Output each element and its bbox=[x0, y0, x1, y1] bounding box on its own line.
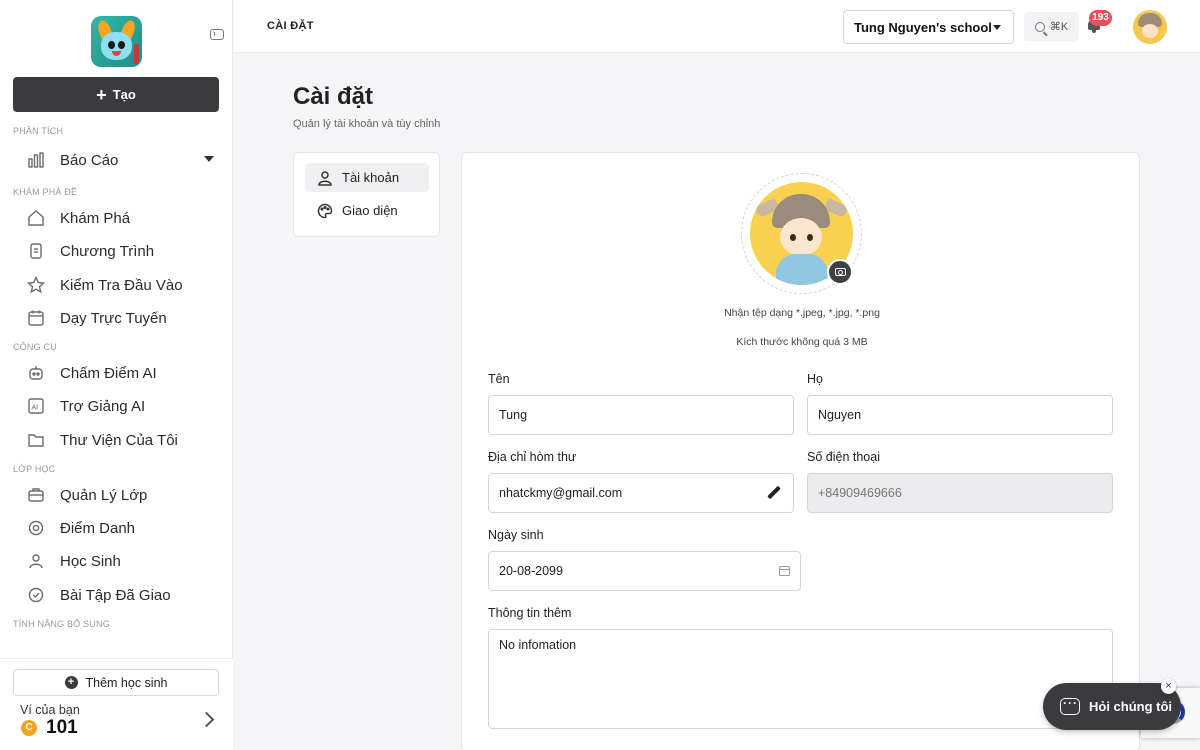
sidebar-item-reports[interactable]: Báo Cáo bbox=[26, 147, 226, 173]
section-label-explore: KHÁM PHÁ ĐỀ bbox=[13, 187, 78, 197]
users-icon bbox=[26, 551, 46, 571]
plus-icon: + bbox=[96, 84, 107, 105]
sidebar-item-label: Trợ Giảng AI bbox=[60, 397, 146, 415]
bar-chart-icon bbox=[26, 150, 46, 170]
sidebar-item-ai-assistant[interactable]: AI Trợ Giảng AI bbox=[26, 393, 226, 419]
home-icon bbox=[26, 208, 46, 228]
sidebar-item-label: Chấm Điểm AI bbox=[60, 364, 157, 382]
tab-appearance-label: Giao diện bbox=[342, 203, 398, 218]
first-name-field[interactable] bbox=[488, 395, 794, 435]
plus-circle-icon: + bbox=[64, 676, 78, 689]
create-button-label: Tạo bbox=[112, 87, 136, 102]
search-button[interactable]: ⌘K bbox=[1024, 12, 1079, 41]
camera-icon[interactable] bbox=[827, 259, 853, 285]
sidebar-item-attendance[interactable]: Điểm Danh bbox=[26, 515, 226, 541]
section-label-classes: LỚP HỌC bbox=[13, 464, 56, 474]
sidebar-item-label: Điểm Danh bbox=[60, 519, 136, 537]
sidebar-item-my-library[interactable]: Thư Viện Của Tôi bbox=[26, 427, 226, 453]
chat-bubble-icon bbox=[1060, 696, 1080, 715]
add-student-button[interactable]: + Thêm học sinh bbox=[13, 669, 219, 696]
sidebar-item-label: Quản Lý Lớp bbox=[60, 486, 148, 504]
calendar-icon bbox=[26, 308, 46, 328]
sidebar-footer: + Thêm học sinh Ví của bạn C 101 bbox=[0, 658, 233, 750]
chat-support-label: Hỏi chúng tôi bbox=[1089, 699, 1173, 714]
section-label-analytics: PHÂN TÍCH bbox=[13, 126, 64, 136]
sidebar-item-assigned-homework[interactable]: Bài Tập Đã Giao bbox=[26, 582, 226, 608]
sidebar-item-label: Chương Trình bbox=[60, 242, 155, 260]
school-selector[interactable]: Tung Nguyen's school bbox=[843, 10, 1014, 44]
chevron-right-icon[interactable] bbox=[198, 711, 215, 728]
section-label-extras: TÍNH NĂNG BỔ SUNG bbox=[13, 619, 110, 629]
wallet-label: Ví của bạn bbox=[20, 703, 80, 717]
email-field[interactable] bbox=[488, 473, 794, 513]
wallet-balance: 101 bbox=[46, 717, 78, 738]
sidebar-item-label: Học Sinh bbox=[60, 552, 121, 570]
last-name-field[interactable] bbox=[807, 395, 1113, 435]
sidebar-item-label: Bài Tập Đã Giao bbox=[60, 586, 171, 604]
phone-field bbox=[807, 473, 1113, 513]
sidebar-item-ai-grading[interactable]: Chấm Điểm AI bbox=[26, 360, 226, 386]
calendar-icon[interactable] bbox=[779, 566, 790, 576]
dob-field[interactable] bbox=[488, 551, 801, 591]
profile-avatar-uploader[interactable] bbox=[741, 173, 862, 294]
sidebar-item-programs[interactable]: Chương Trình bbox=[26, 238, 226, 264]
school-selector-value: Tung Nguyen's school bbox=[854, 19, 992, 35]
robot-icon bbox=[26, 363, 46, 383]
app-logo[interactable] bbox=[91, 16, 142, 67]
email-label: Địa chỉ hòm thư bbox=[488, 450, 577, 464]
upload-format-hint: Nhận tệp dạng *.jpeg, *.jpg, *.png bbox=[724, 307, 880, 319]
sidebar: + Tạo PHÂN TÍCH Báo Cáo KHÁM PHÁ ĐỀ Khám… bbox=[0, 0, 233, 750]
sidebar-item-entrance-test[interactable]: Kiểm Tra Đầu Vào bbox=[26, 272, 226, 298]
breadcrumb: CÀI ĐẶT bbox=[267, 20, 314, 32]
sidebar-item-label: Thư Viện Của Tôi bbox=[60, 431, 178, 449]
caret-down-icon bbox=[993, 25, 1001, 30]
upload-size-hint: Kích thước không quá 3 MB bbox=[736, 336, 868, 348]
last-name-label: Họ bbox=[807, 372, 823, 386]
briefcase-icon bbox=[26, 485, 46, 505]
sidebar-item-label: Dạy Trực Tuyến bbox=[60, 309, 167, 327]
sidebar-item-label: Kiểm Tra Đầu Vào bbox=[60, 276, 183, 294]
user-icon bbox=[318, 170, 332, 186]
document-icon bbox=[26, 241, 46, 261]
coin-icon: C bbox=[21, 720, 37, 736]
chevron-down-icon[interactable] bbox=[204, 156, 214, 162]
first-name-label: Tên bbox=[488, 372, 510, 386]
tab-appearance[interactable]: Giao diện bbox=[305, 196, 429, 225]
close-icon[interactable]: × bbox=[1161, 679, 1176, 694]
svg-text:AI: AI bbox=[32, 405, 39, 412]
sidebar-collapse-icon[interactable] bbox=[210, 29, 224, 40]
edit-pencil-icon[interactable] bbox=[767, 486, 781, 500]
user-avatar[interactable] bbox=[1133, 10, 1167, 44]
task-icon bbox=[26, 585, 46, 605]
badge-check-icon bbox=[26, 518, 46, 538]
sidebar-item-explore[interactable]: Khám Phá bbox=[26, 205, 226, 231]
sidebar-item-label: Khám Phá bbox=[60, 209, 131, 227]
page-subtitle: Quản lý tài khoản và tùy chỉnh bbox=[293, 118, 441, 130]
create-button[interactable]: + Tạo bbox=[13, 77, 219, 112]
notification-badge: 193 bbox=[1089, 10, 1112, 26]
add-student-label: Thêm học sinh bbox=[85, 675, 168, 690]
section-label-tools: CÔNG CỤ bbox=[13, 342, 57, 352]
sidebar-item-label: Báo Cáo bbox=[60, 151, 119, 169]
tab-account[interactable]: Tài khoản bbox=[305, 163, 429, 192]
tab-account-label: Tài khoản bbox=[342, 170, 400, 185]
palette-icon bbox=[317, 203, 333, 218]
chat-support-button[interactable]: Hỏi chúng tôi bbox=[1043, 683, 1181, 730]
sidebar-item-class-management[interactable]: Quản Lý Lớp bbox=[26, 482, 226, 508]
phone-label: Số điện thoại bbox=[807, 450, 880, 464]
star-icon bbox=[26, 275, 46, 295]
folder-icon bbox=[26, 430, 46, 450]
settings-tabs: Tài khoản Giao diện bbox=[293, 152, 440, 237]
search-icon bbox=[1034, 21, 1045, 32]
page-title: Cài đặt bbox=[293, 83, 374, 110]
ai-icon: AI bbox=[26, 396, 46, 416]
sidebar-item-online-teaching[interactable]: Dạy Trực Tuyến bbox=[26, 305, 226, 331]
about-label: Thông tin thêm bbox=[488, 606, 572, 620]
search-shortcut: ⌘K bbox=[1049, 21, 1069, 33]
dob-label: Ngày sinh bbox=[488, 528, 544, 542]
top-bar: CÀI ĐẶT Tung Nguyen's school ⌘K 193 bbox=[234, 0, 1200, 53]
profile-form: Nhận tệp dạng *.jpeg, *.jpg, *.png Kích … bbox=[461, 152, 1140, 750]
about-field[interactable]: No infomation bbox=[488, 629, 1113, 729]
sidebar-item-students[interactable]: Học Sinh bbox=[26, 548, 226, 574]
